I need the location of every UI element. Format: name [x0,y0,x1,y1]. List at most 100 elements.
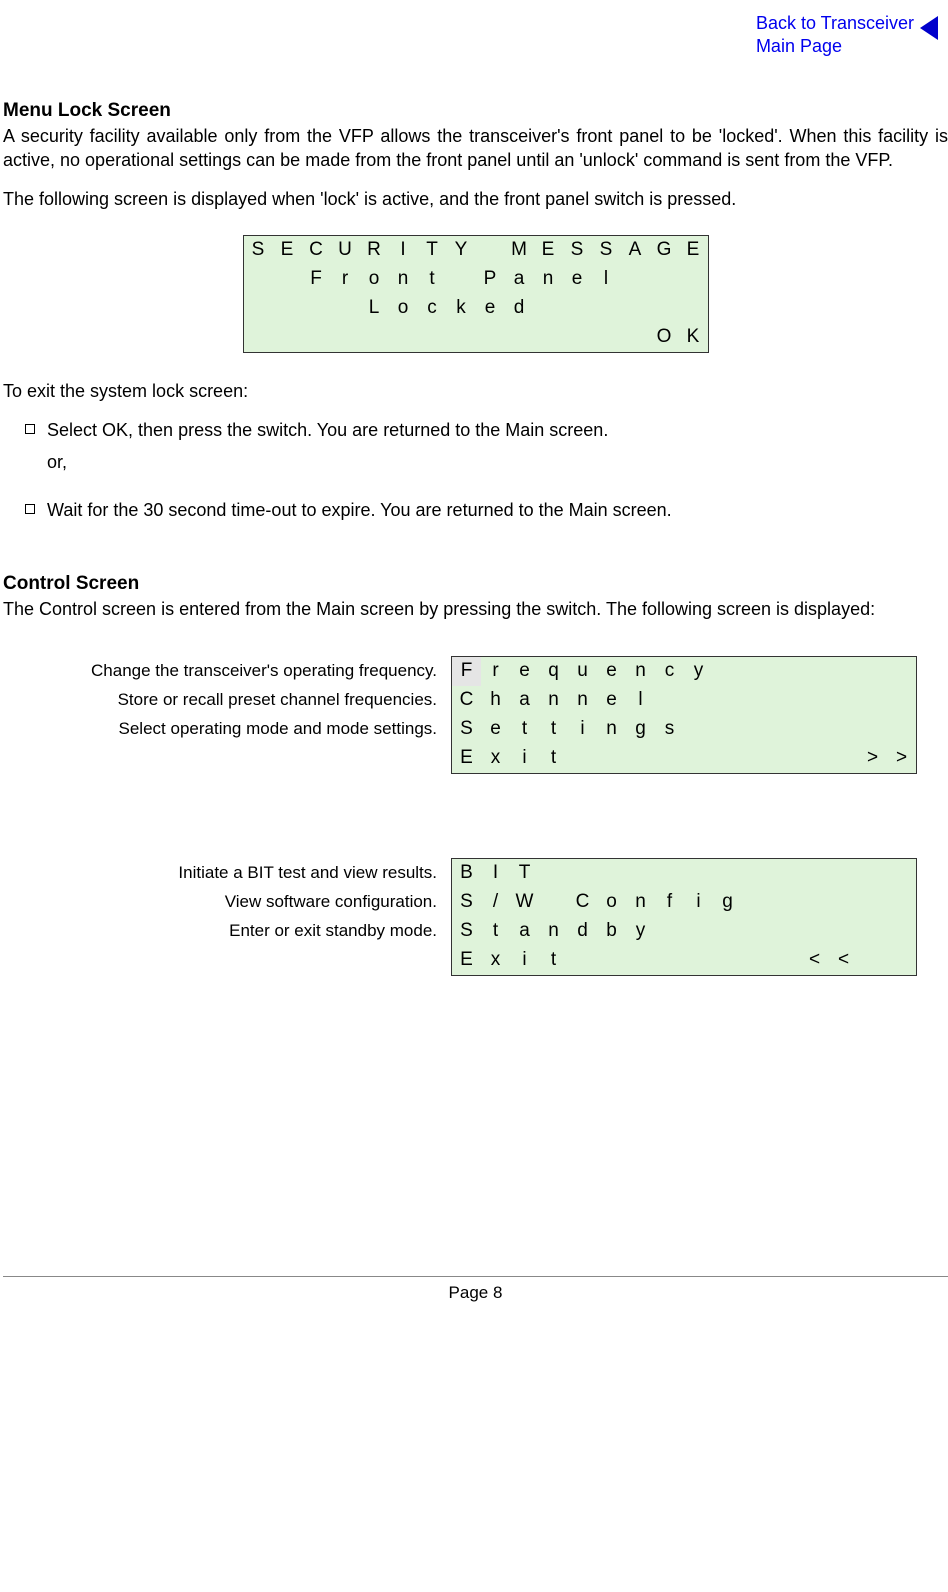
lcd-cell: a [505,265,534,294]
lcd-cell [447,265,476,294]
lcd-cell: / [481,888,510,917]
lcd-cell [800,657,829,686]
lcd-cell [539,888,568,917]
lcd-cell: C [452,686,481,715]
lcd-cell [302,323,331,352]
lcd-cell [829,715,858,744]
lcd-cell [568,859,597,888]
lcd-cell [800,917,829,946]
lcd-cell: i [568,715,597,744]
lcd-cell: y [684,657,713,686]
lcd-cell: i [510,744,539,773]
lcd-cell [887,859,916,888]
lcd-cell [302,294,331,323]
lcd-cell [389,323,418,352]
lcd-cell: Y [447,236,476,265]
lcd-cell: e [481,715,510,744]
lcd-cell: t [481,917,510,946]
lcd-cell [597,744,626,773]
lcd-cell [829,917,858,946]
menuB-desc-2: Enter or exit standby mode. [3,916,437,945]
lcd-cell: S [244,236,273,265]
lcd-cell: F [452,657,481,686]
lcd-cell [621,294,650,323]
lcd-cell: c [655,657,684,686]
exit-bullet-2: Wait for the 30 second time-out to expir… [47,497,948,523]
control-lcd-a: FrequencyChannelSettingsExit>> [451,656,917,774]
lcd-cell [626,859,655,888]
lcd-cell [858,859,887,888]
lcd-cell: d [505,294,534,323]
lcd-cell: n [597,715,626,744]
lcd-cell: W [510,888,539,917]
lcd-cell: t [539,946,568,975]
lcd-cell: n [568,686,597,715]
lcd-cell [800,888,829,917]
lcd-cell: E [452,744,481,773]
back-link-line1: Back to Transceiver [756,13,914,33]
lcd-cell [742,744,771,773]
lcd-cell: l [592,265,621,294]
lcd-cell [887,686,916,715]
lcd-cell: F [302,265,331,294]
lcd-cell: M [505,236,534,265]
lcd-cell: r [331,265,360,294]
lcd-cell: E [273,236,302,265]
lcd-cell [742,946,771,975]
lcd-cell [273,294,302,323]
lcd-cell: x [481,946,510,975]
lcd-cell: S [452,888,481,917]
lcd-cell [713,686,742,715]
lcd-cell [331,294,360,323]
lcd-cell [626,946,655,975]
lcd-cell: y [626,917,655,946]
lcd-cell [592,323,621,352]
lcd-cell [621,265,650,294]
lcd-cell [626,744,655,773]
lcd-cell [684,715,713,744]
lcd-cell [771,657,800,686]
back-to-main-link[interactable]: Back to Transceiver Main Page [756,12,938,59]
lcd-cell [713,657,742,686]
lcd-cell: > [887,744,916,773]
lcd-row: Locked [244,294,708,323]
lcd-cell: o [389,294,418,323]
lcd-cell: T [418,236,447,265]
lcd-cell [858,888,887,917]
lcd-row: SECURITYMESSAGE [244,236,708,265]
lcd-cell: S [592,236,621,265]
lcd-cell [887,946,916,975]
lcd-cell [684,946,713,975]
lcd-cell [713,917,742,946]
control-p1: The Control screen is entered from the M… [3,597,948,621]
lcd-row: FrontPanel [244,265,708,294]
lcd-cell [713,946,742,975]
lcd-cell [829,657,858,686]
lcd-cell: A [621,236,650,265]
lcd-cell [655,946,684,975]
lcd-cell [650,265,679,294]
lcd-cell [534,323,563,352]
lcd-cell [771,859,800,888]
lcd-cell: k [447,294,476,323]
lcd-cell: R [360,236,389,265]
lcd-cell: < [829,946,858,975]
exit-intro: To exit the system lock screen: [3,379,948,403]
menuA-desc-0: Change the transceiver's operating frequ… [3,656,437,685]
lcd-cell: n [389,265,418,294]
lcd-cell: S [452,917,481,946]
lcd-cell [742,859,771,888]
lcd-cell: c [418,294,447,323]
lcd-cell [597,946,626,975]
menu-lock-heading: Menu Lock Screen [3,100,948,122]
lcd-cell: g [626,715,655,744]
lcd-cell: h [481,686,510,715]
lcd-cell [331,323,360,352]
lcd-cell: t [418,265,447,294]
control-menu-a: Change the transceiver's operating frequ… [3,656,948,774]
back-link-line2: Main Page [756,36,842,56]
lcd-cell: S [563,236,592,265]
lcd-cell [568,946,597,975]
lcd-cell [887,888,916,917]
lcd-cell: K [679,323,708,352]
